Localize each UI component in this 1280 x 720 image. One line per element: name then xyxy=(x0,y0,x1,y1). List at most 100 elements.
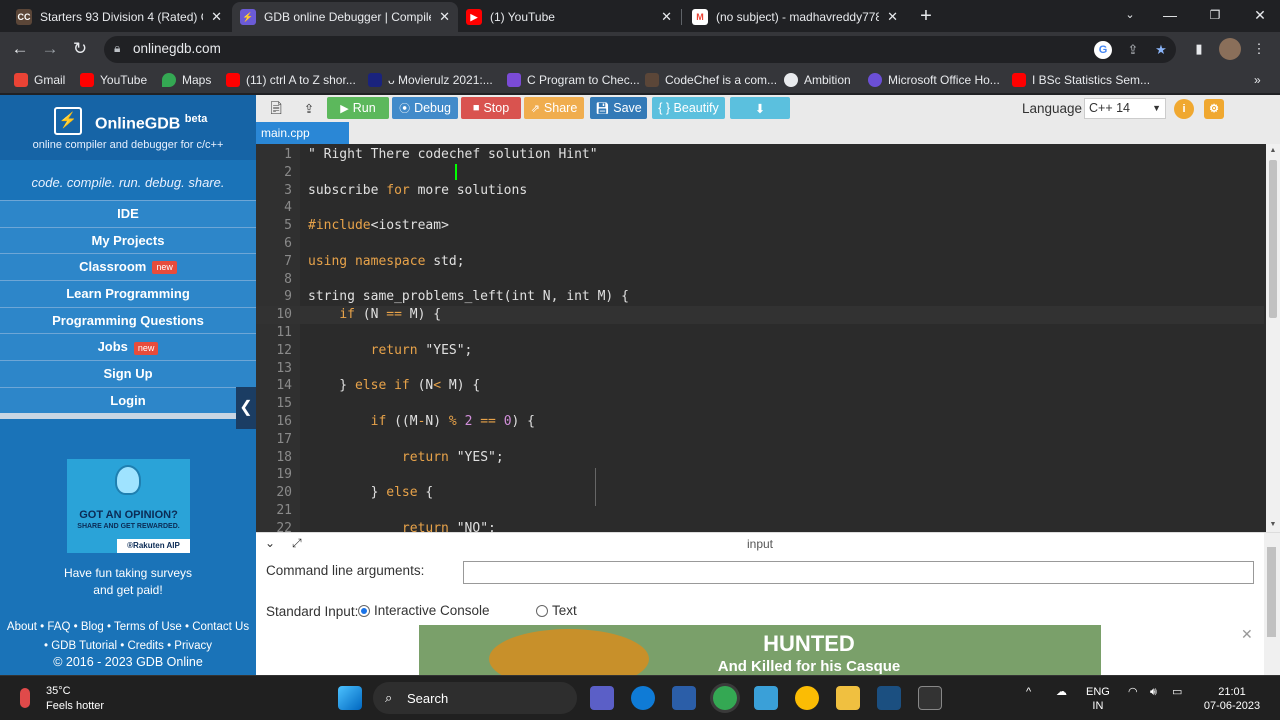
scroll-up-icon[interactable]: ▲ xyxy=(1266,144,1280,158)
bookmark-microsoft-office[interactable]: Microsoft Office Ho... xyxy=(868,71,1000,89)
radio-text[interactable]: Text xyxy=(536,603,577,618)
taskbar-search[interactable]: ⌕ Search xyxy=(373,682,577,714)
sidebar-item-login[interactable]: Login xyxy=(0,386,256,414)
ad-banner[interactable]: HUNTED And Killed for his Casque xyxy=(419,625,1101,676)
chrome-icon[interactable] xyxy=(713,686,737,710)
minimize-icon[interactable]: — xyxy=(1150,0,1190,32)
side-panel-icon[interactable]: ▮ xyxy=(1190,40,1208,58)
info-icon[interactable]: i xyxy=(1174,99,1194,119)
footer-links-line[interactable]: About • FAQ • Blog • Terms of Use • Cont… xyxy=(0,618,256,637)
run-button[interactable]: ▶ Run xyxy=(327,97,389,119)
code-line[interactable]: 22 return "NO"; xyxy=(256,520,1264,532)
address-bar[interactable]: 🔒︎ onlinegdb.com G ⇪ ★ xyxy=(104,36,1176,63)
bookmark-c-program[interactable]: C Program to Chec... xyxy=(507,71,640,89)
brand-name[interactable]: OnlineGDB beta xyxy=(95,113,207,133)
profile-avatar[interactable] xyxy=(1219,38,1241,60)
sidebar-item-programming-questions[interactable]: Programming Questions xyxy=(0,306,256,334)
code-line[interactable]: 8 xyxy=(256,271,1264,289)
more-vertical-icon[interactable]: ⋮ xyxy=(1250,40,1268,58)
file-tab-main-cpp[interactable]: main.cpp xyxy=(256,122,349,144)
restore-icon[interactable]: ❐ xyxy=(1195,0,1235,32)
sidebar-item-sign-up[interactable]: Sign Up xyxy=(0,360,256,387)
notepad-icon[interactable] xyxy=(754,686,778,710)
cloud-icon[interactable]: ☁ xyxy=(1056,685,1067,699)
footer-links-line[interactable]: • GDB Tutorial • Credits • Privacy xyxy=(0,637,256,656)
scroll-down-icon[interactable]: ▼ xyxy=(1266,518,1280,532)
code-line[interactable]: 17 xyxy=(256,431,1264,449)
download-button[interactable]: ⬇ xyxy=(730,97,790,119)
close-icon[interactable]: ✕ xyxy=(439,9,450,25)
new-tab-plus-icon[interactable]: + xyxy=(914,4,938,28)
browser-tab-active[interactable]: ⚡ GDB online Debugger | Compiler ✕ xyxy=(232,2,458,32)
scrollbar-thumb[interactable] xyxy=(1269,160,1277,318)
window-close-icon[interactable]: ✕ xyxy=(1240,0,1280,32)
google-lens-icon[interactable]: G xyxy=(1094,41,1112,59)
command-line-args-input[interactable] xyxy=(463,561,1254,584)
back-arrow-icon[interactable]: ← xyxy=(8,37,32,61)
browser-tab[interactable]: ▶ (1) YouTube ✕ xyxy=(458,2,680,32)
bookmark-bsc-statistics[interactable]: I BSc Statistics Sem... xyxy=(1012,71,1150,89)
code-line[interactable]: 12 return "YES"; xyxy=(256,342,1264,360)
terminal-icon[interactable] xyxy=(918,686,942,710)
sidebar-item-learn-programming[interactable]: Learn Programming xyxy=(0,280,256,307)
teams-icon[interactable] xyxy=(590,686,614,710)
radio-interactive-console[interactable]: Interactive Console xyxy=(358,603,490,618)
sidebar-item-ide[interactable]: IDE xyxy=(0,200,256,227)
code-line[interactable]: 11 xyxy=(256,324,1264,342)
tray-overflow-chevron-icon[interactable]: ^ xyxy=(1026,685,1031,699)
code-line[interactable]: 20 } else { xyxy=(256,484,1264,502)
wifi-icon[interactable]: ◠ xyxy=(1128,685,1138,699)
chrome-profile-icon[interactable] xyxy=(795,686,819,710)
code-line[interactable]: 18 return "YES"; xyxy=(256,449,1264,467)
bookmark-youtube[interactable]: YouTube xyxy=(80,71,147,89)
share-button[interactable]: ⇗ Share xyxy=(524,97,584,119)
tab-search-chevron-icon[interactable]: ⌄ xyxy=(1110,0,1150,32)
code-line[interactable]: 4 xyxy=(256,199,1264,217)
code-line[interactable]: 21 xyxy=(256,502,1264,520)
edge-icon[interactable] xyxy=(631,686,655,710)
code-line[interactable]: 2 xyxy=(256,164,1264,182)
close-ad-icon[interactable]: ✕ xyxy=(1241,626,1253,643)
close-icon[interactable]: ✕ xyxy=(211,9,222,25)
code-line[interactable]: 16 if ((M-N) % 2 == 0) { xyxy=(256,413,1264,431)
code-line[interactable]: 7 using namespace std; xyxy=(256,253,1264,271)
bookmark-star-icon[interactable]: ★ xyxy=(1152,41,1170,59)
forward-arrow-icon[interactable]: → xyxy=(38,37,62,61)
code-line[interactable]: 10 if (N == M) { xyxy=(256,306,1264,324)
code-line[interactable]: 5 #include<iostream> xyxy=(256,217,1264,235)
beautify-button[interactable]: { } Beautify xyxy=(652,97,725,119)
debug-button[interactable]: ⦿ Debug xyxy=(392,97,458,119)
app-icon[interactable] xyxy=(672,686,696,710)
sidebar-item-classroom[interactable]: Classroom new xyxy=(0,253,256,281)
onlinegdb-logo-icon[interactable]: ⚡ xyxy=(54,107,82,135)
volume-icon[interactable]: 🔊︎ xyxy=(1150,685,1157,699)
code-line[interactable]: 3 subscribe for more solutions xyxy=(256,182,1264,200)
bookmark-maps[interactable]: Maps xyxy=(162,71,211,89)
sidebar-ad-banner[interactable]: GOT AN OPINION? SHARE AND GET REWARDED. … xyxy=(67,459,190,553)
code-line[interactable]: 13 xyxy=(256,360,1264,378)
close-icon[interactable]: ✕ xyxy=(887,9,898,25)
browser-tab[interactable]: CC Starters 93 Division 4 (Rated) Co ✕ xyxy=(8,2,230,32)
code-line[interactable]: 14 } else if (N< M) { xyxy=(256,377,1264,395)
bookmark-movierulz[interactable]: ᴗ Movierulz 2021:... xyxy=(368,71,493,89)
gear-icon[interactable]: ⚙ xyxy=(1204,99,1224,119)
code-line[interactable]: 1 " Right There codechef solution Hint" xyxy=(256,146,1264,164)
editor-scrollbar[interactable]: ▲ ▼ xyxy=(1266,144,1280,532)
upload-icon[interactable]: ⇪ xyxy=(294,97,324,119)
reload-icon[interactable]: ↻ xyxy=(68,37,92,61)
scrollbar-thumb[interactable] xyxy=(1267,547,1276,637)
file-explorer-icon[interactable] xyxy=(836,686,860,710)
clock[interactable]: 21:01 07-06-2023 xyxy=(1196,685,1268,713)
close-icon[interactable]: ✕ xyxy=(661,9,672,25)
windows-start-icon[interactable] xyxy=(338,686,362,710)
collapse-sidebar-chevron-left-icon[interactable]: ❮ xyxy=(236,387,256,429)
bookmark-codechef[interactable]: CodeChef is a com... xyxy=(645,71,777,89)
code-line[interactable]: 9 string same_problems_left(int N, int M)… xyxy=(256,288,1264,306)
app-icon[interactable] xyxy=(877,686,901,710)
browser-tab[interactable]: M (no subject) - madhavreddy7780 ✕ xyxy=(684,2,906,32)
stop-button[interactable]: ■ Stop xyxy=(461,97,521,119)
input-scrollbar[interactable] xyxy=(1264,533,1280,676)
bookmarks-overflow-icon[interactable]: » xyxy=(1254,71,1261,89)
new-file-icon[interactable]: 📄︎ xyxy=(261,97,291,119)
bookmark-youtube-shortcuts[interactable]: (11) ctrl A to Z shor... xyxy=(226,71,356,89)
